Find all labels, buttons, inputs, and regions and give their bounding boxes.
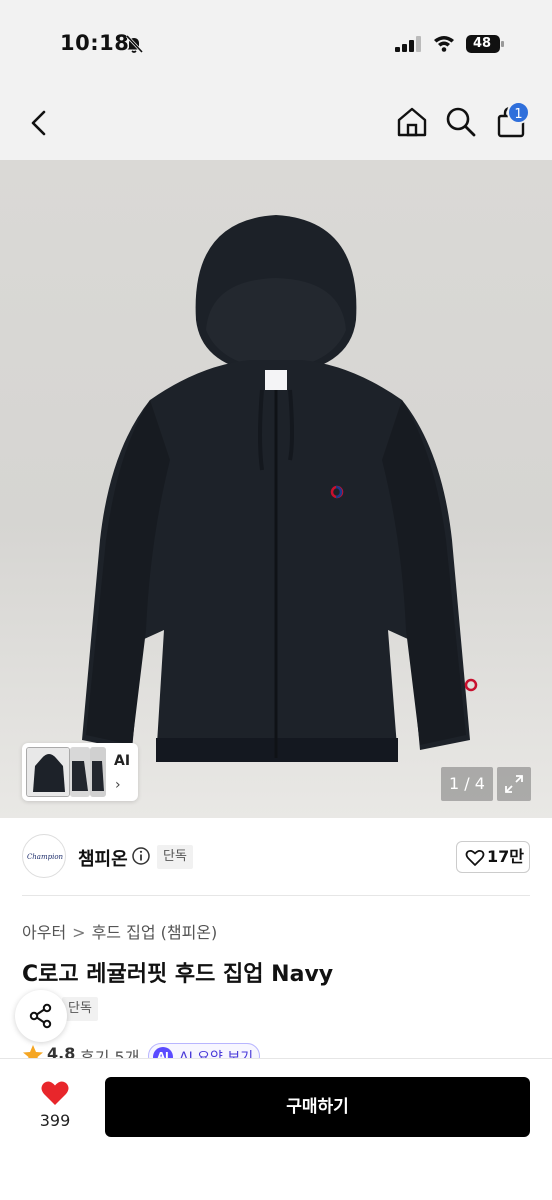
thumbnail-hoodie-icon (90, 747, 106, 797)
info-icon[interactable] (131, 846, 151, 866)
breadcrumb-separator: > (72, 923, 86, 942)
share-button[interactable] (15, 990, 67, 1042)
expand-button[interactable] (497, 767, 531, 801)
signal-icon (395, 36, 421, 52)
brand-name[interactable]: 챔피온 (78, 845, 128, 871)
image-pager: 1 / 4 (441, 767, 493, 801)
thumbnail-hoodie-icon (70, 747, 90, 797)
breadcrumb-category[interactable]: 아우터 (22, 919, 66, 943)
chevron-right-icon[interactable]: › (115, 777, 121, 793)
bell-off-icon (125, 34, 144, 54)
expand-icon (505, 775, 523, 793)
brand-exclusive-tag: 단독 (157, 845, 193, 869)
brand-like-count: 17만 (487, 847, 524, 866)
divider (22, 895, 530, 896)
status-time: 10:18 (60, 31, 130, 55)
thumbnail-2[interactable] (70, 747, 90, 797)
heart-filled-icon[interactable] (40, 1079, 70, 1107)
product-title: C로고 레귤러핏 후드 집업 Navy (22, 962, 334, 987)
battery-level: 48 (472, 36, 492, 51)
back-arrow-icon[interactable] (24, 106, 54, 140)
product-image[interactable] (0, 160, 552, 818)
share-icon (29, 1003, 52, 1029)
top-nav (0, 90, 552, 160)
buy-button[interactable]: 구매하기 (105, 1077, 530, 1137)
heart-outline-icon (465, 849, 485, 866)
thumbnail-strip[interactable]: AI › (22, 743, 138, 801)
breadcrumb-subcategory[interactable]: 후드 집업 (챔피온) (92, 919, 218, 943)
thumbnail-hoodie-icon (27, 748, 69, 796)
wifi-icon (434, 36, 454, 52)
breadcrumb: 아우터 > 후드 집업 (챔피온) (22, 919, 217, 943)
rating-row: 4.8 후기 5개 AI AI 요약 보기 (22, 1040, 552, 1060)
hoodie-illustration (82, 215, 478, 762)
home-icon[interactable] (394, 104, 430, 140)
thumbnail-1[interactable] (26, 747, 70, 797)
like-count: 399 (39, 1111, 71, 1130)
ai-thumbnail-label[interactable]: AI (114, 753, 130, 769)
product-exclusive-tag: 단독 (62, 997, 98, 1021)
brand-logo[interactable]: Champion (22, 834, 66, 878)
status-bar: 10:18 48 (0, 0, 552, 90)
search-icon[interactable] (443, 104, 479, 140)
brand-logo-text: Champion (26, 853, 64, 861)
cart-count-badge: 1 (507, 101, 530, 124)
brand-like-button[interactable]: 17만 (456, 841, 530, 873)
thumbnail-3[interactable] (90, 747, 106, 797)
